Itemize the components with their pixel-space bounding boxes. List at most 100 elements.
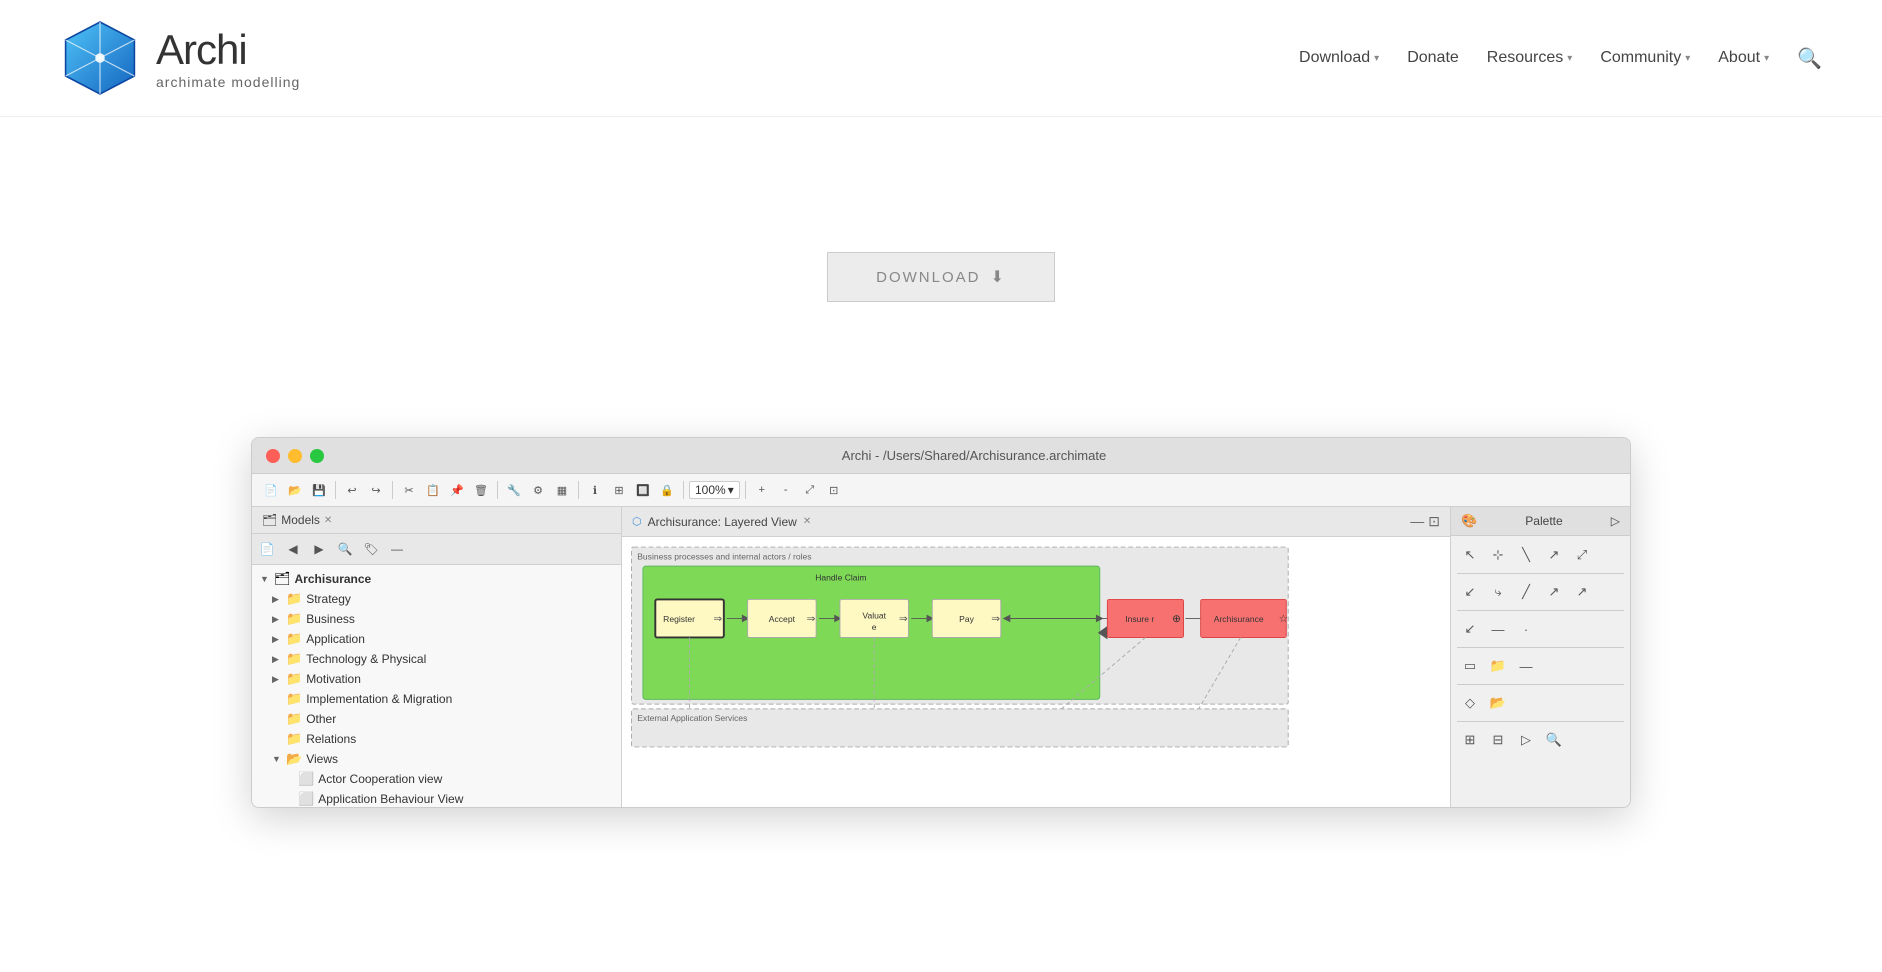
tb-undo[interactable]: ↩ — [341, 479, 363, 501]
tb-zoom-out[interactable]: - — [775, 479, 797, 501]
pal-search2-icon[interactable]: 🔍 — [1541, 727, 1567, 753]
diagram-tab-close[interactable]: ✕ — [803, 516, 811, 527]
pal-line-icon[interactable]: — — [1485, 616, 1511, 642]
window-close-dot[interactable] — [266, 449, 280, 463]
tree-other[interactable]: 📁 Other — [252, 709, 621, 729]
tree-impl-migration[interactable]: 📁 Implementation & Migration — [252, 689, 621, 709]
nav-community[interactable]: Community ▾ — [1600, 49, 1690, 67]
si-back[interactable]: ◀ — [282, 538, 304, 560]
tree-views[interactable]: ▼ 📂 Views — [252, 749, 621, 769]
pal-folder-icon[interactable]: 📁 — [1485, 653, 1511, 679]
pal-cursor2-icon[interactable]: ↙ — [1457, 579, 1483, 605]
pal-rect-icon[interactable]: ▭ — [1457, 653, 1483, 679]
main-nav: Download ▾ Donate Resources ▾ Community … — [1299, 46, 1822, 71]
zoom-dropdown-icon[interactable]: ▾ — [728, 483, 734, 497]
tree-folder-icon: 📁 — [286, 691, 302, 707]
pal-bend-icon[interactable]: ⤷ — [1485, 579, 1511, 605]
tb-align[interactable]: ⚙ — [527, 479, 549, 501]
window-minimize-dot[interactable] — [288, 449, 302, 463]
tb-fit-all[interactable]: ⊡ — [823, 479, 845, 501]
pal-draw-icon[interactable]: ╲ — [1513, 542, 1539, 568]
pal-row-4: ▭ 📁 — — [1457, 653, 1539, 679]
tb-copy[interactable]: 📋 — [422, 479, 444, 501]
diagram-maximize-icon[interactable]: ⊡ — [1428, 513, 1440, 530]
pal-sep-3 — [1457, 647, 1624, 648]
pal-cursor-icon[interactable]: ↖ — [1457, 542, 1483, 568]
tree-arrow: ▶ — [272, 614, 282, 625]
tb-snap[interactable]: 🔲 — [632, 479, 654, 501]
nav-donate[interactable]: Donate — [1407, 49, 1459, 67]
tree-strategy[interactable]: ▶ 📁 Strategy — [252, 589, 621, 609]
pal-row-1: ↖ ⊹ ╲ ↗ ⤢ — [1457, 542, 1595, 568]
tree-motivation[interactable]: ▶ 📁 Motivation — [252, 669, 621, 689]
models-tab-close[interactable]: ✕ — [324, 515, 332, 526]
tree-relations[interactable]: 📁 Relations — [252, 729, 621, 749]
pal-divider-icon[interactable]: — — [1513, 653, 1539, 679]
svg-text:External Application Services: External Application Services — [637, 713, 747, 723]
si-tag[interactable]: 🏷 — [360, 538, 382, 560]
pal-arrow-sw-icon[interactable]: ↙ — [1457, 616, 1483, 642]
tb-save[interactable]: 💾 — [308, 479, 330, 501]
tree-archisurance[interactable]: ▼ 🗂 Archisurance — [252, 569, 621, 589]
pal-folder2-icon[interactable]: 📂 — [1485, 690, 1511, 716]
tree-technology[interactable]: ▶ 📁 Technology & Physical — [252, 649, 621, 669]
pal-box-icon[interactable]: ⊞ — [1457, 727, 1483, 753]
tree-application[interactable]: ▶ 📁 Application — [252, 629, 621, 649]
tb-grid[interactable]: ⊞ — [608, 479, 630, 501]
tree-impl-migration-label: Implementation & Migration — [306, 692, 452, 706]
si-forward[interactable]: ▶ — [308, 538, 330, 560]
tree-folder-icon: 📁 — [286, 591, 302, 607]
tb-lock[interactable]: 🔒 — [656, 479, 678, 501]
search-icon[interactable]: 🔍 — [1797, 46, 1822, 71]
tb-info[interactable]: ℹ — [584, 479, 606, 501]
nav-download[interactable]: Download ▾ — [1299, 49, 1379, 67]
pal-extend-icon[interactable]: ↗ — [1569, 579, 1595, 605]
tb-sep-6 — [745, 481, 746, 499]
window-maximize-dot[interactable] — [310, 449, 324, 463]
si-new[interactable]: 📄 — [256, 538, 278, 560]
palette-icon: 🎨 — [1461, 513, 1477, 529]
tree-business[interactable]: ▶ 📁 Business — [252, 609, 621, 629]
si-search[interactable]: 🔍 — [334, 538, 356, 560]
nav-resources[interactable]: Resources ▾ — [1487, 49, 1573, 67]
tree-view-icon: ⬜ — [298, 791, 314, 807]
hero-download-button[interactable]: DOWNLOAD ⬇ — [827, 252, 1055, 302]
nav-download-arrow: ▾ — [1374, 53, 1379, 64]
tb-format[interactable]: 🔧 — [503, 479, 525, 501]
tree-actor-view[interactable]: ⬜ Actor Cooperation view — [252, 769, 621, 789]
hero-section: DOWNLOAD ⬇ — [0, 117, 1882, 437]
pal-straight-icon[interactable]: ╱ — [1513, 579, 1539, 605]
diagram-canvas[interactable]: Business processes and internal actors /… — [622, 537, 1450, 757]
pal-sep-2 — [1457, 610, 1624, 611]
tb-zoom-in[interactable]: + — [751, 479, 773, 501]
palette-expand-icon[interactable]: ▷ — [1611, 514, 1620, 528]
models-tab[interactable]: 🗂 Models ✕ — [262, 513, 332, 527]
models-tab-label: Models — [281, 513, 320, 527]
tb-paste[interactable]: 📌 — [446, 479, 468, 501]
svg-text:Register: Register — [663, 614, 695, 624]
pal-arrow-ne-icon[interactable]: ↗ — [1541, 542, 1567, 568]
pal-select-icon[interactable]: ⊹ — [1485, 542, 1511, 568]
pal-diamond-icon[interactable]: ◇ — [1457, 690, 1483, 716]
tree-strategy-label: Strategy — [306, 592, 351, 606]
tree-business-label: Business — [306, 612, 355, 626]
nav-about[interactable]: About ▾ — [1718, 49, 1769, 67]
pal-grid-icon[interactable]: ⊟ — [1485, 727, 1511, 753]
pal-dot-icon[interactable]: · — [1513, 616, 1539, 642]
diagram-minimize-icon[interactable]: — — [1410, 513, 1424, 530]
tb-redo[interactable]: ↪ — [365, 479, 387, 501]
tb-delete[interactable]: 🗑 — [470, 479, 492, 501]
tb-open[interactable]: 📂 — [284, 479, 306, 501]
zoom-control[interactable]: 100% ▾ — [689, 481, 740, 499]
si-collapse[interactable]: — — [386, 538, 408, 560]
tb-cut[interactable]: ✂ — [398, 479, 420, 501]
pal-link-icon[interactable]: ⤢ — [1569, 542, 1595, 568]
tree-folder-icon: 📁 — [286, 671, 302, 687]
tree-app-behaviour-view[interactable]: ⬜ Application Behaviour View — [252, 789, 621, 807]
tb-distribute[interactable]: ▦ — [551, 479, 573, 501]
tb-fit[interactable]: ⤢ — [799, 479, 821, 501]
pal-arrow-right-icon[interactable]: ▷ — [1513, 727, 1539, 753]
svg-text:⇒: ⇒ — [807, 614, 816, 625]
pal-curve-icon[interactable]: ↗ — [1541, 579, 1567, 605]
tb-new[interactable]: 📄 — [260, 479, 282, 501]
